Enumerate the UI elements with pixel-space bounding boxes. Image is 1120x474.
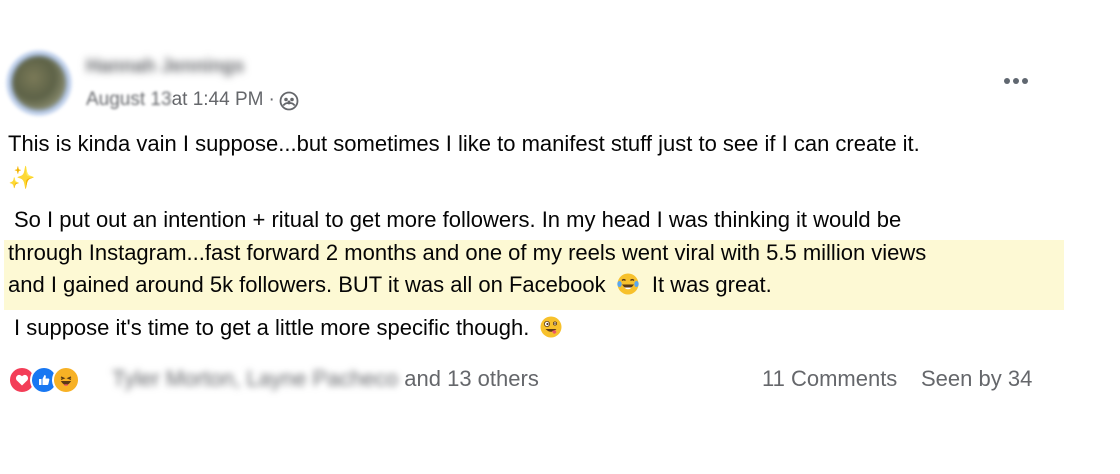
- post-date[interactable]: August 13: [86, 89, 172, 111]
- haha-reaction-icon: [52, 366, 80, 394]
- reactor-names[interactable]: Tyler Morton, Layne Pacheco: [112, 366, 398, 391]
- paragraph-3-text: I suppose it's time to get a little more…: [14, 315, 530, 340]
- seen-by-count[interactable]: Seen by 34: [921, 366, 1032, 392]
- comments-count-link[interactable]: 11 Comments: [762, 366, 897, 392]
- paragraph-2-line-3-text-a: and I gained around 5k followers. BUT it…: [8, 272, 606, 297]
- reactors-summary[interactable]: Tyler Morton, Layne Pacheco and 13 other…: [112, 366, 539, 392]
- post-text-paragraph-2-line-3: and I gained around 5k followers. BUT it…: [8, 269, 772, 301]
- reaction-icons[interactable]: [8, 364, 80, 396]
- post-time[interactable]: at 1:44 PM: [172, 89, 264, 111]
- reactors-others[interactable]: and 13 others: [398, 366, 539, 391]
- tears-of-joy-emoji: [617, 273, 639, 295]
- author-name[interactable]: Hannah Jennings: [86, 56, 244, 78]
- zany-face-emoji: [540, 316, 562, 338]
- meta-separator: ·: [268, 89, 275, 110]
- post-meta: August 13 at 1:44 PM ·: [86, 89, 299, 111]
- sparkles-emoji: ✨: [8, 165, 36, 190]
- paragraph-2-line-3-text-b: It was great.: [651, 272, 772, 297]
- more-options-icon[interactable]: [996, 66, 1036, 96]
- post-text-paragraph-2-line-2: through Instagram...fast forward 2 month…: [8, 240, 927, 265]
- facebook-post: Hannah Jennings August 13 at 1:44 PM · T…: [0, 0, 1120, 474]
- group-icon[interactable]: [279, 91, 299, 111]
- post-text-paragraph-2-line-1: So I put out an intention + ritual to ge…: [14, 207, 902, 232]
- post-text-paragraph-1: This is kinda vain I suppose...but somet…: [8, 131, 920, 156]
- avatar[interactable]: [12, 56, 66, 110]
- post-text-paragraph-3: I suppose it's time to get a little more…: [14, 312, 563, 344]
